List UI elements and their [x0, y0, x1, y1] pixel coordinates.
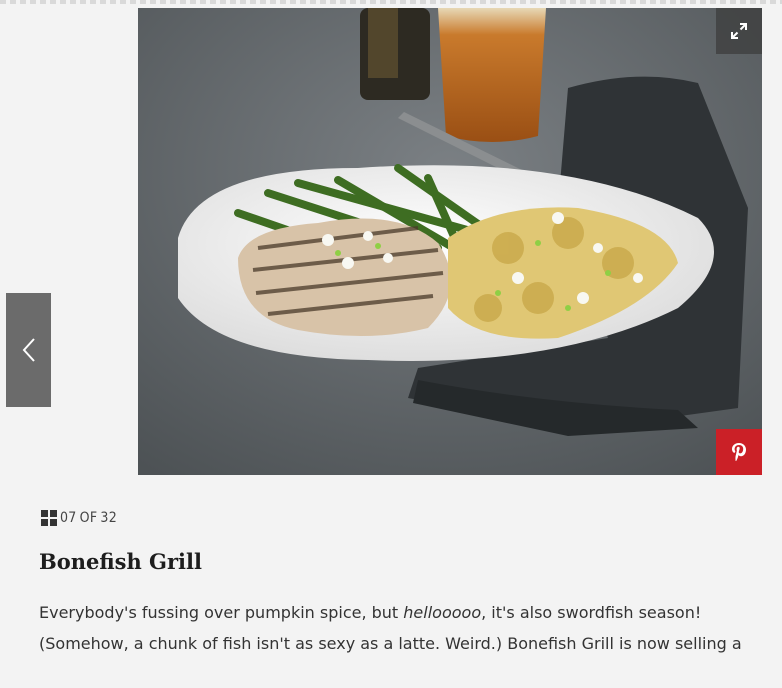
food-photo-illustration [138, 8, 762, 475]
description-line1-after: , it's also swordfish season! [481, 603, 702, 622]
description-line1-emphasis: hellooooo [403, 603, 482, 622]
pinterest-icon [732, 443, 746, 461]
chevron-left-icon [22, 338, 35, 362]
top-dotted-border [0, 0, 782, 4]
slide-title: Bonefish Grill [39, 549, 202, 574]
previous-slide-button[interactable] [6, 293, 51, 407]
slide-description: Everybody's fussing over pumpkin spice, … [39, 597, 781, 659]
slide-counter-total: 32 [100, 510, 118, 526]
slide-counter: 07 OF 32 [41, 510, 117, 526]
grid-icon[interactable] [41, 510, 57, 526]
description-line2: (Somehow, a chunk of fish isn't as sexy … [39, 634, 742, 653]
pinterest-button[interactable] [716, 429, 762, 475]
slide-counter-separator: OF [79, 510, 98, 526]
gallery-photo[interactable] [138, 8, 762, 475]
expand-button[interactable] [716, 8, 762, 54]
slide-counter-current: 07 [60, 510, 77, 526]
expand-arrows-icon [731, 23, 747, 39]
description-line1-before: Everybody's fussing over pumpkin spice, … [39, 603, 404, 622]
